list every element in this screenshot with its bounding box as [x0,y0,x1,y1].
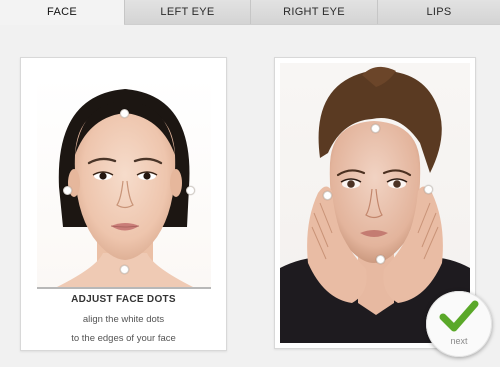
instructions: ADJUST FACE DOTS align the white dots to… [21,294,226,352]
next-button[interactable]: next [426,291,492,357]
tab-left-eye[interactable]: LEFT EYE [124,0,250,24]
tab-lips[interactable]: LIPS [377,0,500,24]
user-face-dot-top[interactable] [371,124,380,133]
instructions-line-1: align the white dots [82,314,165,325]
tab-bar: FACE LEFT EYE RIGHT EYE LIPS [0,0,500,25]
next-label: next [450,336,468,346]
face-dot-left[interactable] [63,186,72,195]
instructions-line-2: to the edges of your face [71,333,176,344]
user-face-dot-left[interactable] [323,191,332,200]
face-editor: FACE LEFT EYE RIGHT EYE LIPS ADJUST FACE… [0,0,500,367]
face-dot-top[interactable] [120,109,129,118]
user-face-dot-chin[interactable] [376,255,385,264]
tab-face[interactable]: FACE [0,0,124,25]
tab-right-eye[interactable]: RIGHT EYE [250,0,377,24]
user-face-dot-right[interactable] [424,185,433,194]
face-dot-right[interactable] [186,186,195,195]
checkmark-icon [439,300,479,332]
example-card: ADJUST FACE DOTS align the white dots to… [20,57,227,351]
face-dot-chin[interactable] [120,265,129,274]
instructions-title: ADJUST FACE DOTS [71,294,176,305]
example-photo [37,77,211,289]
